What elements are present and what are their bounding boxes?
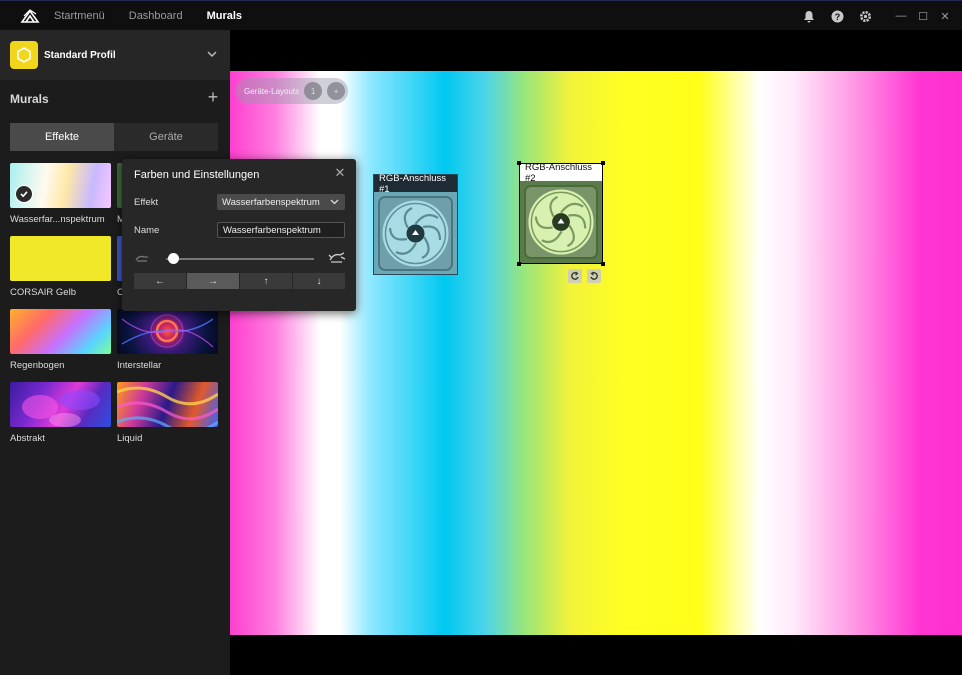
resize-handle[interactable]: [601, 161, 605, 165]
slow-speed-icon: [134, 252, 150, 267]
nav-murals[interactable]: Murals: [207, 10, 242, 22]
nav-startmenu[interactable]: Startmenü: [54, 10, 105, 22]
resize-handle[interactable]: [517, 262, 521, 266]
device-title: RGB-Anschluss #1: [374, 173, 457, 195]
effect-thumbnail: [10, 382, 111, 427]
tab-geraete[interactable]: Geräte: [114, 123, 218, 151]
direction-down-button[interactable]: ↓: [293, 273, 345, 289]
rotate-right-icon[interactable]: [587, 269, 601, 283]
effect-card-liquid[interactable]: Liquid: [117, 382, 219, 444]
murals-header: Murals +: [0, 80, 230, 118]
name-input-value: Wasserfarbenspektrum: [223, 224, 321, 236]
effect-label: Effekt: [134, 197, 159, 208]
bell-icon[interactable]: [802, 9, 816, 23]
close-button[interactable]: ✕: [938, 9, 952, 23]
direction-buttons: ← → ↑ ↓: [134, 273, 345, 289]
device-rgb-1[interactable]: RGB-Anschluss #1: [373, 173, 458, 275]
name-input[interactable]: Wasserfarbenspektrum: [217, 222, 345, 238]
effect-card-interstellar[interactable]: Interstellar: [117, 309, 219, 371]
effect-label: Liquid: [117, 433, 143, 444]
fast-speed-icon: [328, 251, 346, 267]
chevron-down-icon: [330, 199, 339, 205]
layout-count-badge[interactable]: 1: [304, 82, 323, 100]
nav-dashboard[interactable]: Dashboard: [129, 10, 183, 22]
effect-thumbnail: [10, 309, 111, 354]
effect-card-abstrakt[interactable]: Abstrakt: [10, 382, 112, 444]
effect-thumbnail: [10, 236, 111, 281]
layouts-label: Geräte-Layouts: [244, 86, 300, 96]
speed-slider-knob[interactable]: [167, 253, 179, 264]
profile-selector[interactable]: Standard Profil: [0, 30, 230, 80]
resize-handle[interactable]: [601, 262, 605, 266]
device-rgb-2[interactable]: RGB-Anschluss #2: [517, 161, 605, 266]
svg-text:?: ?: [834, 12, 840, 22]
add-layout-button[interactable]: +: [327, 82, 346, 100]
effect-card-regenbogen[interactable]: Regenbogen: [10, 309, 112, 371]
color-settings-dialog: Farben und Einstellungen ✕ Effekt Wasser…: [122, 159, 356, 311]
fan-tile: [520, 181, 602, 263]
effect-card-corsair-gelb[interactable]: CORSAIR Gelb: [10, 236, 112, 298]
effect-thumbnail: [117, 382, 218, 427]
fan-icon: [524, 185, 598, 259]
murals-title: Murals: [10, 92, 49, 106]
rotate-left-icon[interactable]: [568, 269, 582, 283]
profile-name: Standard Profil: [44, 49, 116, 61]
effect-label: Regenbogen: [10, 360, 65, 371]
effect-label: CORSAIR Gelb: [10, 287, 76, 298]
direction-right-button[interactable]: →: [187, 273, 240, 289]
dialog-title: Farben und Einstellungen: [134, 169, 260, 181]
corsair-logo-icon[interactable]: [18, 7, 42, 25]
effect-select-value: Wasserfarbenspektrum: [222, 196, 320, 208]
effect-label: Wasserfar...nspektrum: [10, 214, 105, 225]
mural-canvas[interactable]: Geräte-Layouts 1 + RGB-Anschluss #1 RGB-…: [230, 71, 962, 635]
top-bar: Startmenü Dashboard Murals ? — ☐ ✕: [0, 0, 962, 30]
check-icon: [15, 185, 33, 203]
direction-left-button[interactable]: ←: [134, 273, 187, 289]
name-label: Name: [134, 225, 160, 236]
add-mural-button[interactable]: +: [206, 88, 220, 106]
gear-icon[interactable]: [858, 9, 872, 23]
minimize-button[interactable]: —: [894, 9, 908, 23]
device-title: RGB-Anschluss #2: [520, 162, 602, 184]
effect-thumbnail: [10, 163, 111, 208]
effect-label: Interstellar: [117, 360, 162, 371]
chevron-down-icon[interactable]: [206, 48, 218, 60]
speed-slider-track[interactable]: [166, 258, 314, 260]
resize-handle[interactable]: [517, 161, 521, 165]
profile-badge-icon: [10, 41, 38, 69]
sidebar-tabs: Effekte Geräte: [10, 123, 218, 151]
effect-select[interactable]: Wasserfarbenspektrum: [217, 194, 345, 210]
effect-card-wasserfarben[interactable]: Wasserfar...nspektrum: [10, 163, 112, 225]
dialog-close-icon[interactable]: ✕: [334, 166, 346, 179]
fan-tile: [374, 192, 457, 274]
sidebar: Standard Profil Murals + Effekte Geräte …: [0, 30, 230, 675]
device-layouts-pill[interactable]: Geräte-Layouts 1 +: [236, 78, 348, 104]
maximize-button[interactable]: ☐: [916, 9, 930, 23]
effect-thumbnail: [117, 309, 218, 354]
effect-label: Abstrakt: [10, 433, 45, 444]
tab-effekte[interactable]: Effekte: [10, 123, 114, 151]
fan-icon: [378, 196, 453, 271]
direction-up-button[interactable]: ↑: [240, 273, 293, 289]
help-icon[interactable]: ?: [830, 9, 844, 23]
